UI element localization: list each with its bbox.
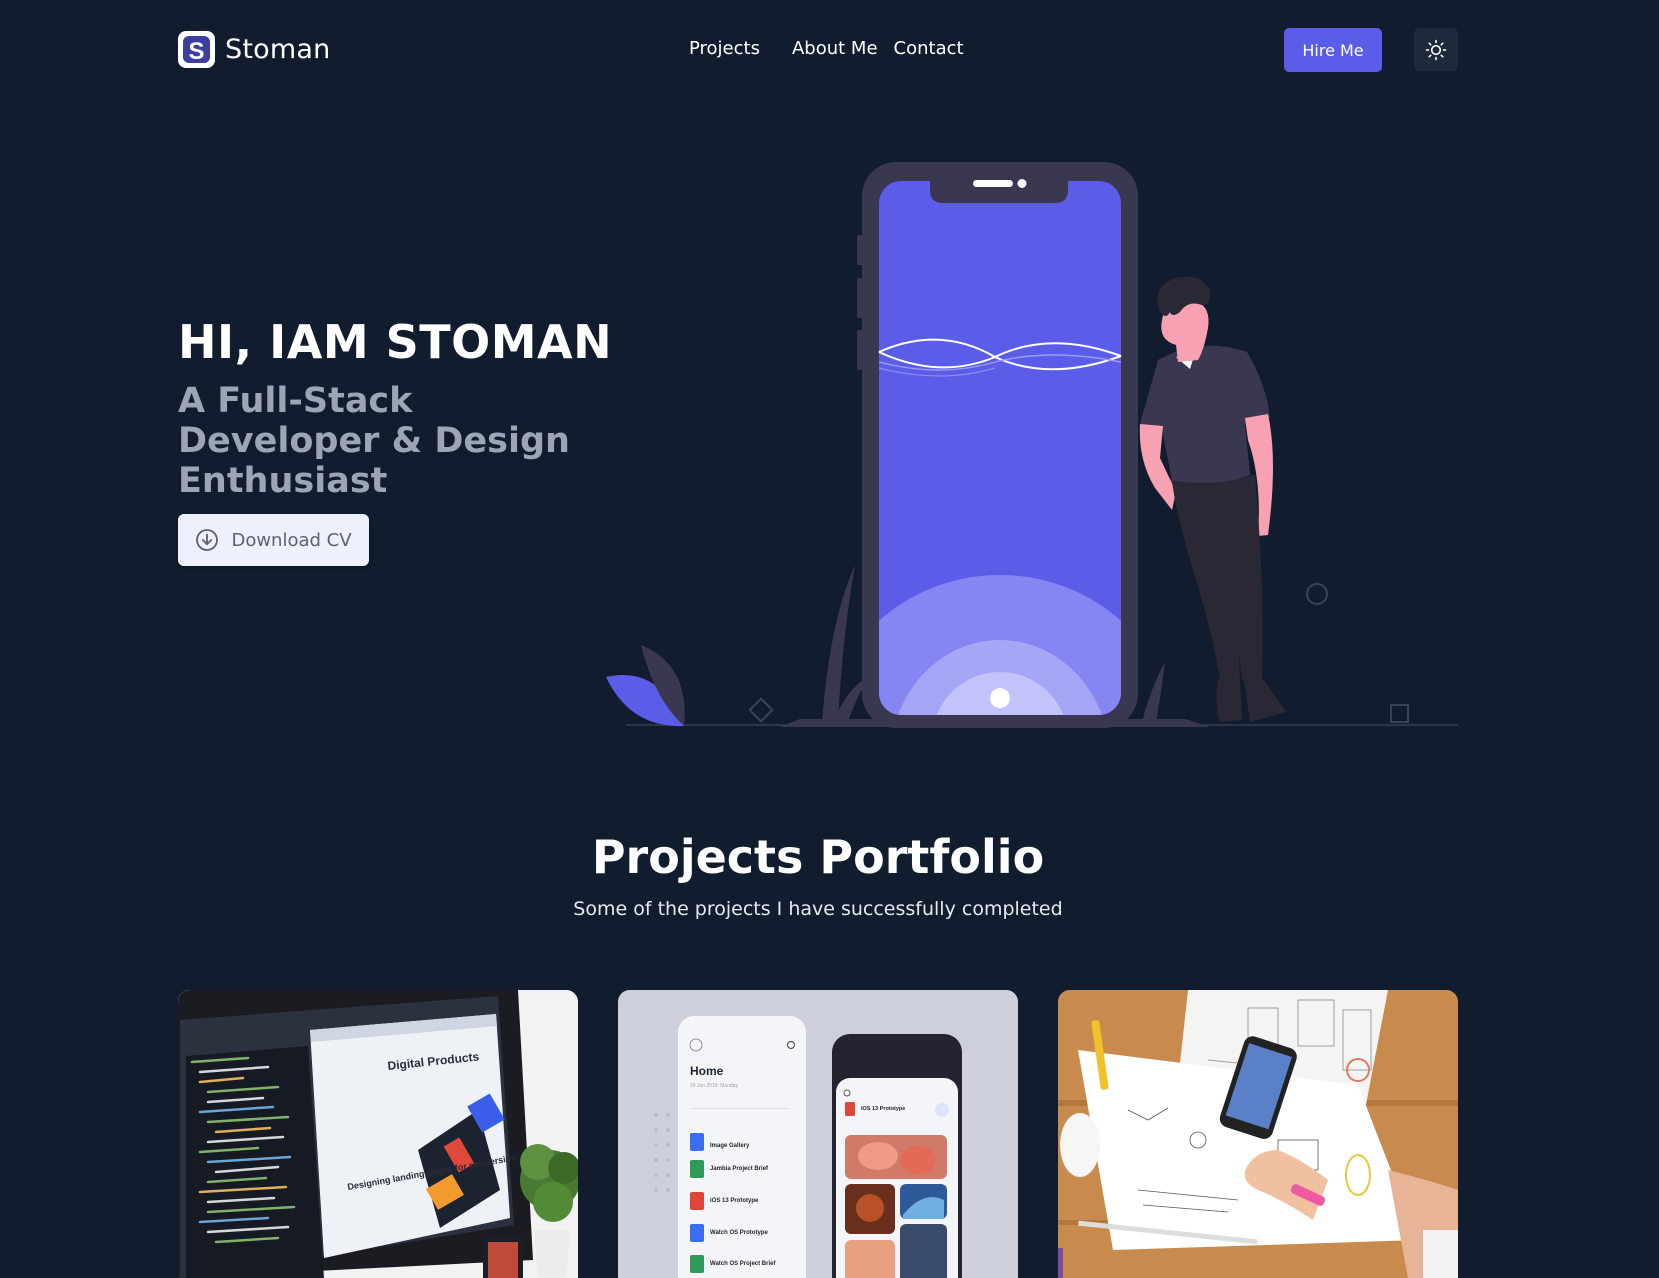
phone-camera (1017, 179, 1027, 188)
phone-button (857, 330, 864, 370)
mobile-file-label: iOS 13 Prototype (710, 1198, 759, 1204)
mobile-file-label: Watch OS Project Brief (710, 1261, 776, 1267)
phone-speaker (973, 180, 1013, 187)
person-shoe (1244, 680, 1286, 722)
project-card-mobile[interactable]: Home 24 Jun 2019, Monday Image Gallery J… (618, 990, 1018, 1278)
page: S Stoman Projects About Me Contact Hire … (0, 0, 1659, 1278)
brand-name: Stoman (225, 34, 331, 65)
mobile-file-label: Watch OS Prototype (710, 1230, 768, 1236)
sun-icon (1425, 39, 1447, 60)
mobile-file-label: Image Gallery (710, 1143, 750, 1149)
mobile-screen-date: 24 Jun 2019, Monday (690, 1083, 739, 1089)
brand-logo[interactable]: S Stoman (178, 31, 330, 68)
hero-title: HI, IAM STOMAN (178, 315, 613, 369)
phone-header: iOS 13 Prototype (861, 1106, 905, 1112)
screen-dot (990, 688, 1010, 708)
logo-mark-icon: S (178, 31, 215, 68)
nav-link-projects[interactable]: Projects (689, 38, 760, 59)
projects-subtitle: Some of the projects I have successfully… (573, 898, 1063, 920)
diamond-shape (748, 697, 774, 723)
project-image-mobile-ui: Home 24 Jun 2019, Monday Image Gallery J… (618, 990, 1018, 1278)
square-shape (1390, 704, 1409, 723)
project-image-wireframe-desk (1058, 990, 1458, 1278)
theme-toggle-button[interactable] (1414, 28, 1458, 71)
logo-letter: S (188, 38, 204, 65)
circle-shape (1306, 583, 1328, 605)
hire-me-button[interactable]: Hire Me (1284, 28, 1382, 72)
main-nav: Projects About Me Contact (689, 38, 964, 59)
hero-subtitle: A Full-Stack Developer & Design Enthusia… (178, 381, 570, 501)
mobile-screen-heading: Home (690, 1064, 724, 1078)
nav-link-about[interactable]: About Me (792, 38, 878, 59)
project-card-wireframe[interactable] (1058, 990, 1458, 1278)
download-cv-label: Download CV (231, 529, 352, 551)
person-shoe (1216, 680, 1242, 722)
grass-blade (1142, 662, 1165, 722)
nav-link-contact[interactable]: Contact (894, 38, 964, 59)
person-legs (1172, 475, 1263, 682)
hero-illustration (606, 162, 1458, 728)
phone-button (857, 278, 864, 318)
project-card-web[interactable]: Digital Products Designing landing pages… (178, 990, 578, 1278)
download-circle-icon (196, 529, 219, 551)
download-cv-button[interactable]: Download CV (178, 514, 369, 566)
mobile-file-label: Jambia Project Brief (710, 1166, 769, 1172)
project-image-monitor: Digital Products Designing landing pages… (178, 990, 578, 1278)
projects-title: Projects Portfolio (591, 830, 1045, 884)
phone-button (857, 235, 864, 265)
